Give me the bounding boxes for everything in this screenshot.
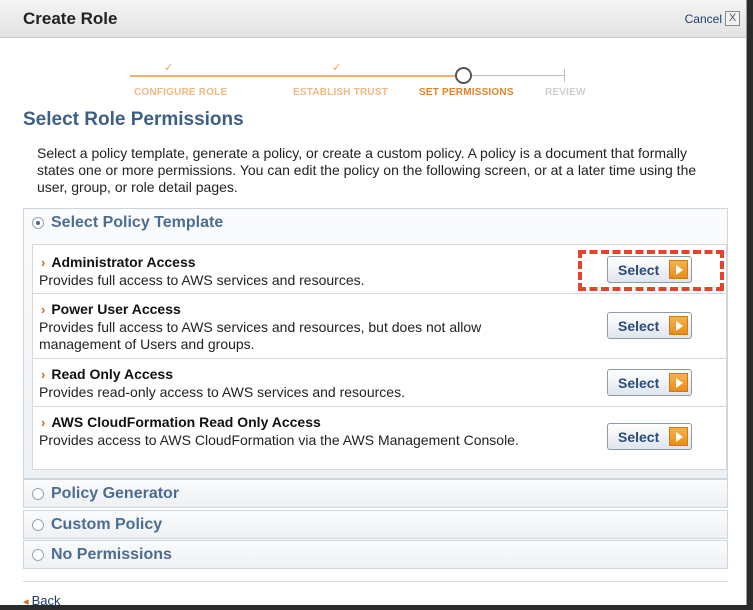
policy-description: Provides access to AWS CloudFormation vi… xyxy=(39,432,519,448)
radio-unselected-icon[interactable] xyxy=(32,519,44,531)
policy-name: › AWS CloudFormation Read Only Access xyxy=(41,414,321,430)
select-button-label: Select xyxy=(618,428,660,445)
dialog-titlebar: Create Role Cancel X xyxy=(0,0,746,38)
policy-name-text: Read Only Access xyxy=(51,366,173,382)
play-arrow-icon xyxy=(669,316,688,335)
page-title: Select Role Permissions xyxy=(23,109,244,130)
step-complete-check-icon: ✓ xyxy=(332,62,342,74)
select-button-highlight xyxy=(578,250,724,291)
chevron-right-icon: › xyxy=(41,367,46,382)
chevron-left-icon: ◂ xyxy=(23,596,32,605)
radio-unselected-icon[interactable] xyxy=(32,549,44,561)
back-link[interactable]: ◂ Back xyxy=(23,593,60,605)
option-custom-policy[interactable]: Custom Policy xyxy=(23,510,728,539)
back-label: Back xyxy=(31,593,61,605)
policy-row-read-only-access: › Read Only Access Provides read-only acc… xyxy=(33,359,726,407)
policy-row-power-user-access: › Power User Access Provides full access … xyxy=(33,294,726,359)
step-configure-role: CONFIGURE ROLE xyxy=(134,87,228,98)
option-header[interactable]: Select Policy Template xyxy=(24,209,727,238)
policy-name-text: Administrator Access xyxy=(51,254,196,270)
policy-description: Provides full access to AWS services and… xyxy=(39,319,482,352)
policy-name: › Power User Access xyxy=(41,301,181,317)
policy-name: › Administrator Access xyxy=(41,254,196,270)
select-read-only-access-button[interactable]: Select xyxy=(607,369,692,396)
progress-line-complete xyxy=(130,75,458,77)
select-power-user-access-button[interactable]: Select xyxy=(607,312,692,339)
wizard-progress: ✓ ✓ CONFIGURE ROLE ESTABLISH TRUST SET P… xyxy=(0,60,746,110)
play-arrow-icon xyxy=(669,427,688,446)
option-no-permissions[interactable]: No Permissions xyxy=(23,540,728,569)
select-button-label: Select xyxy=(618,374,660,391)
policy-name-text: AWS CloudFormation Read Only Access xyxy=(51,414,321,430)
cancel-link[interactable]: Cancel xyxy=(685,12,722,26)
option-label: Policy Generator xyxy=(51,485,180,502)
step-set-permissions: SET PERMISSIONS xyxy=(419,87,514,98)
option-label: Custom Policy xyxy=(51,516,163,533)
chevron-right-icon: › xyxy=(41,302,46,317)
policy-name-text: Power User Access xyxy=(51,301,181,317)
radio-selected-icon[interactable] xyxy=(32,217,44,229)
chevron-right-icon: › xyxy=(41,255,46,270)
play-arrow-icon xyxy=(669,373,688,392)
step-review: REVIEW xyxy=(545,87,586,98)
select-button-label: Select xyxy=(618,317,660,334)
option-header[interactable]: Custom Policy xyxy=(24,511,727,540)
policy-row-aws-cloudformation-read-only-access: › AWS CloudFormation Read Only Access Pro… xyxy=(33,407,726,469)
footer-divider xyxy=(23,581,728,582)
dialog-title: Create Role xyxy=(23,9,118,28)
intro-text: Select a policy template, generate a pol… xyxy=(37,145,697,195)
close-icon[interactable]: X xyxy=(725,11,740,26)
option-label: Select Policy Template xyxy=(51,214,224,231)
option-label: No Permissions xyxy=(51,546,172,563)
current-step-indicator-icon xyxy=(455,67,472,84)
select-aws-cloudformation-read-only-access-button[interactable]: Select xyxy=(607,423,692,450)
option-policy-generator[interactable]: Policy Generator xyxy=(23,479,728,508)
option-header[interactable]: Policy Generator xyxy=(24,480,727,509)
radio-unselected-icon[interactable] xyxy=(32,488,44,500)
progress-end-tick xyxy=(564,69,565,82)
chevron-right-icon: › xyxy=(41,415,46,430)
policy-description: Provides full access to AWS services and… xyxy=(39,272,365,288)
create-role-dialog: Create Role Cancel X ✓ ✓ CONFIGURE ROLE … xyxy=(0,0,747,605)
option-header[interactable]: No Permissions xyxy=(24,541,727,570)
policy-name: › Read Only Access xyxy=(41,366,173,382)
policy-description: Provides read-only access to AWS service… xyxy=(39,384,405,400)
progress-line-remaining xyxy=(471,75,565,76)
step-establish-trust: ESTABLISH TRUST xyxy=(293,87,389,98)
step-complete-check-icon: ✓ xyxy=(164,62,174,74)
